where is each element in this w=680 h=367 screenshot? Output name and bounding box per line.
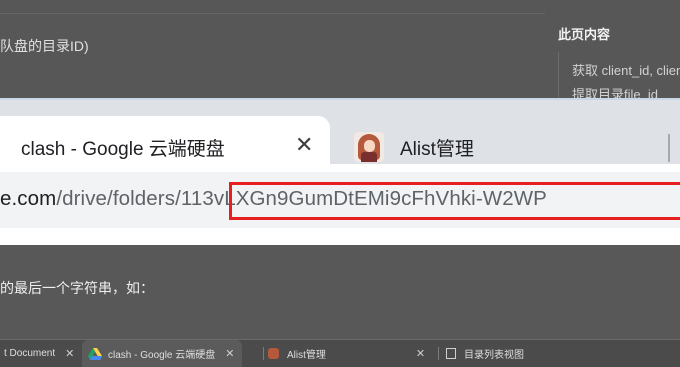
toolbar: e.com/drive/folders/113vLXGn9GumDtEMi9cF…: [0, 164, 680, 245]
mini-tab-label: 目录列表视图: [464, 350, 524, 361]
doc-paragraph: 的最后一个字符串，如：: [0, 280, 154, 296]
toc-divider: [558, 52, 559, 98]
close-icon[interactable]: ✕: [295, 134, 313, 156]
tab-label: clash - Google 云端硬盘: [21, 138, 225, 160]
browser-screenshot: clash - Google 云端硬盘 ✕ Alist管理 e.com/driv…: [0, 98, 680, 245]
mini-tab-label: t Document: [4, 348, 56, 359]
close-icon[interactable]: ✕: [416, 347, 425, 360]
mini-tab-directory[interactable]: 目录列表视图: [446, 340, 524, 367]
address-bar[interactable]: e.com/drive/folders/113vLXGn9GumDtEMi9cF…: [0, 172, 680, 228]
tab-label: Alist管理: [400, 138, 474, 160]
page-icon: [446, 348, 456, 359]
mini-tab-label: clash - Google 云端硬盘: [108, 350, 216, 361]
mini-tab-strip: t Document ✕ clash - Google 云端硬盘 ✕ Alist…: [0, 339, 680, 367]
url-path: /drive/folders/: [56, 187, 181, 210]
mini-tab-label: Alist管理: [287, 350, 326, 361]
folder-id-highlight: [229, 182, 680, 220]
doc-paragraph: 队盘的目录ID): [0, 38, 89, 54]
toc-item[interactable]: 提取目录file_id: [572, 84, 658, 98]
alist-anime-icon: [268, 348, 279, 359]
toc-item[interactable]: 获取 client_id, client: [572, 60, 680, 79]
tab-separator: [668, 134, 670, 162]
mini-tab-alist[interactable]: Alist管理 ✕: [268, 340, 425, 367]
url-host: e.com: [0, 187, 57, 210]
close-icon[interactable]: ✕: [65, 347, 74, 360]
mini-tab-document[interactable]: t Document ✕: [4, 340, 74, 367]
background-document-top: 队盘的目录ID) 此页内容 获取 client_id, client 提取目录f…: [0, 0, 680, 98]
toc-title: 此页内容: [558, 27, 611, 42]
divider: [0, 13, 545, 14]
alist-anime-icon: [354, 132, 384, 162]
mini-tab-google-drive[interactable]: clash - Google 云端硬盘 ✕: [82, 340, 243, 367]
google-drive-icon: [88, 347, 102, 360]
close-icon[interactable]: ✕: [225, 347, 234, 360]
tab-separator: [438, 347, 439, 360]
tab-separator: [263, 347, 264, 360]
